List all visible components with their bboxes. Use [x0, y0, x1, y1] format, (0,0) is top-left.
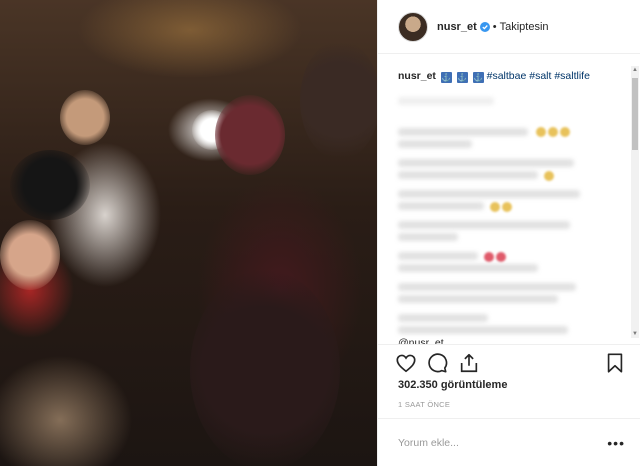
- blurred-comment: [398, 127, 621, 153]
- blurred-comment: [398, 96, 621, 122]
- comments-list[interactable]: nusr_et ⚓ ⚓ ⚓ #saltbae #salt #saltlife: [378, 55, 640, 343]
- blurred-comment: [398, 189, 621, 215]
- heart-icon: [396, 354, 416, 373]
- crowd-shape: [300, 40, 377, 160]
- avatar[interactable]: [398, 11, 428, 42]
- caption-username[interactable]: nusr_et: [398, 70, 436, 82]
- post-video[interactable]: [0, 0, 377, 466]
- caption-hashtags[interactable]: #saltbae #salt #saltlife: [487, 70, 590, 82]
- share-button[interactable]: [458, 352, 480, 374]
- comment-input[interactable]: [398, 436, 588, 449]
- like-button[interactable]: [395, 352, 417, 374]
- view-count[interactable]: 302.350 görüntüleme: [398, 379, 507, 391]
- verified-badge-icon: [479, 21, 490, 32]
- blurred-comment: [398, 158, 621, 184]
- more-dots-icon[interactable]: •••: [607, 435, 625, 451]
- post-timestamp[interactable]: 1 SAAT ÖNCE: [398, 400, 450, 409]
- crowd-shape: [60, 90, 110, 145]
- flag-emoji: ⚓: [472, 72, 484, 83]
- add-comment-bar: •••: [378, 418, 640, 466]
- comment-button[interactable]: [426, 352, 448, 374]
- follow-status[interactable]: Takiptesin: [500, 21, 549, 33]
- crowd-shape: [10, 150, 90, 220]
- crowd-shape: [0, 220, 60, 290]
- bookmark-icon: [607, 353, 623, 373]
- blurred-comment: [398, 251, 621, 277]
- crowd-shape: [190, 270, 340, 466]
- scroll-up-icon[interactable]: ▲: [631, 66, 639, 74]
- blurred-comment: [398, 282, 621, 308]
- mention-text[interactable]: @nusr_et: [398, 336, 618, 344]
- scroll-down-icon[interactable]: ▼: [631, 330, 639, 338]
- separator-dot: •: [492, 20, 497, 33]
- flag-emoji: ⚓: [456, 72, 468, 83]
- header-username[interactable]: nusr_et: [437, 21, 477, 33]
- save-button[interactable]: [604, 352, 626, 374]
- share-icon: [460, 353, 478, 373]
- scrollbar-thumb[interactable]: [632, 78, 638, 150]
- post-sidebar: nusr_et • Takiptesin nusr_et ⚓ ⚓ ⚓ #salt…: [377, 0, 640, 466]
- comment-bubble-icon: [428, 353, 448, 373]
- crowd-shape: [215, 95, 285, 175]
- comments-scrollbar[interactable]: ▲ ▼: [631, 66, 639, 338]
- flag-emoji: ⚓: [440, 72, 452, 83]
- post-header: nusr_et • Takiptesin: [378, 0, 640, 54]
- action-bar: [378, 344, 640, 378]
- blurred-comment: [398, 220, 621, 246]
- post-caption: nusr_et ⚓ ⚓ ⚓ #saltbae #salt #saltlife: [398, 69, 621, 83]
